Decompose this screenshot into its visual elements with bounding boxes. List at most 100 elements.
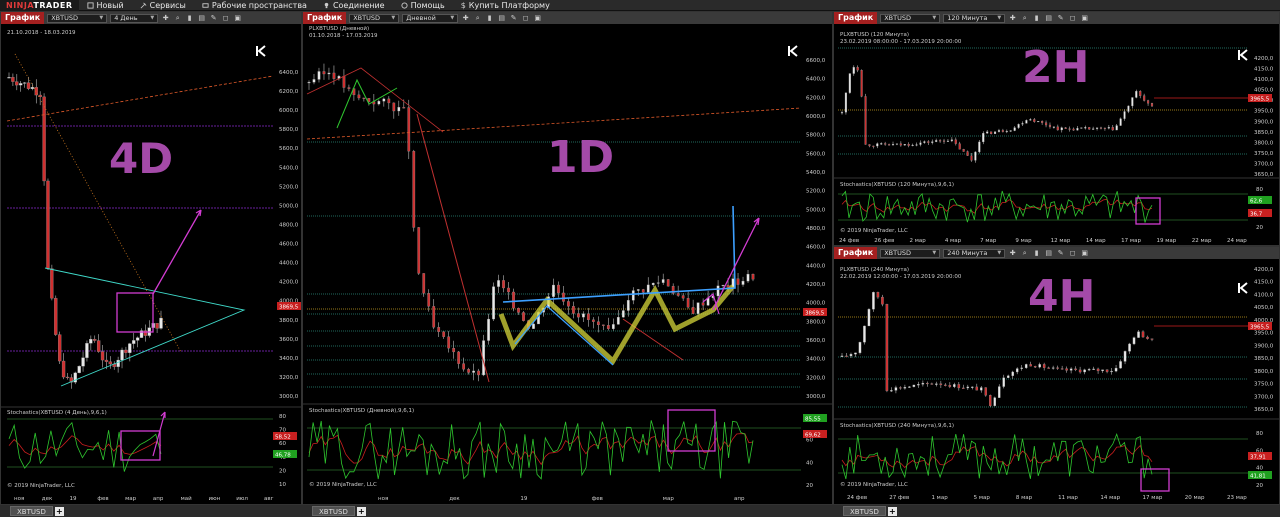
bars-icon[interactable]: ▮: [185, 14, 194, 23]
interval-selector[interactable]: 4 День ▼: [110, 13, 159, 23]
y-tick-label: 3950,0: [1254, 331, 1274, 337]
draw-icon[interactable]: ✎: [1056, 14, 1065, 23]
candle: [1083, 369, 1086, 373]
instrument-selector[interactable]: XBTUSD ▼: [349, 13, 400, 23]
menu-new[interactable]: Новый: [79, 0, 132, 11]
candle: [85, 343, 89, 358]
zoom-icon[interactable]: ⌕: [173, 14, 182, 23]
tab-xbtusd[interactable]: XBTUSD: [10, 506, 53, 516]
candle: [1147, 100, 1150, 104]
interval-selector[interactable]: 240 Минута ▼: [943, 248, 1006, 258]
zoom-icon[interactable]: ⌕: [1020, 249, 1029, 258]
zoom-icon[interactable]: ⌕: [1020, 14, 1029, 23]
candle: [572, 306, 575, 314]
add-tab-icon[interactable]: +: [356, 506, 366, 516]
bars-icon[interactable]: ▮: [1032, 14, 1041, 23]
candle: [1038, 364, 1041, 368]
x-tick-label: 2 мар: [910, 238, 927, 244]
y-tick-label: 3900,0: [1254, 343, 1274, 349]
candle: [1042, 364, 1046, 368]
copyright: © 2019 NinjaTrader, LLC: [840, 227, 908, 234]
menu-workspaces[interactable]: Рабочие пространства: [194, 0, 315, 11]
candle: [1150, 338, 1154, 340]
chart-canvas[interactable]: 21.10.2018 - 18.03.2019 6400,0 6200,0 6000,…: [1, 24, 301, 504]
candle: [1143, 95, 1146, 101]
y-tick-label: 10: [279, 482, 286, 488]
properties-icon[interactable]: ▤: [197, 14, 206, 23]
instrument-value: XBTUSD: [884, 249, 911, 257]
bars-icon[interactable]: ▮: [1032, 249, 1041, 258]
candle: [1137, 331, 1140, 338]
crosshair-icon[interactable]: ✚: [1008, 249, 1017, 258]
y-tick-label: 4600,0: [279, 242, 299, 248]
candle: [868, 144, 871, 147]
add-tab-icon[interactable]: +: [887, 506, 897, 516]
candle: [606, 325, 610, 329]
chart-toolbar: График XBTUSD ▼ 120 Минута ▼ ✚ ⌕ ▮ ▤ ✎ ◻ ▣: [834, 12, 1279, 24]
draw-icon[interactable]: ✎: [209, 14, 218, 23]
candle: [1005, 130, 1008, 133]
menu-help[interactable]: Помощь: [393, 0, 453, 11]
link-icon[interactable]: ▣: [1080, 249, 1089, 258]
crosshair-icon[interactable]: ✚: [1008, 14, 1017, 23]
bars-icon[interactable]: ▮: [485, 14, 494, 23]
instrument-selector[interactable]: XBTUSD ▼: [880, 13, 941, 23]
tab-xbtusd[interactable]: XBTUSD: [843, 506, 886, 516]
properties-icon[interactable]: ▤: [1044, 14, 1053, 23]
chart-canvas[interactable]: PLXBTUSD (Дневной)01.10.2018 - 17.03.201…: [303, 24, 832, 504]
draw-icon[interactable]: ✎: [509, 14, 518, 23]
menu-buy-platform[interactable]: $ Купить Платформу: [453, 0, 558, 11]
candle: [507, 287, 510, 293]
order-icon[interactable]: ◻: [1068, 249, 1077, 258]
add-tab-icon[interactable]: +: [54, 506, 64, 516]
y-tick-label: 4100,0: [1254, 77, 1274, 83]
candle: [457, 351, 461, 364]
chevron-down-icon: ▼: [997, 15, 1002, 21]
link-icon[interactable]: ▣: [233, 14, 242, 23]
zoom-icon[interactable]: ⌕: [473, 14, 482, 23]
menu-connection[interactable]: Соединение: [315, 0, 393, 11]
candle: [1017, 124, 1020, 128]
y-tick-label: 3900,0: [1254, 119, 1274, 125]
candle: [631, 290, 635, 301]
candle: [124, 349, 128, 353]
order-icon[interactable]: ◻: [221, 14, 230, 23]
interval-selector[interactable]: Дневной ▼: [402, 13, 459, 23]
x-tick-label: 27 фев: [889, 495, 909, 501]
menu-help-label: Помощь: [410, 0, 445, 10]
price-badge: 69,62: [805, 432, 821, 438]
y-tick-label: 3800,0: [1254, 140, 1274, 146]
link-icon[interactable]: ▣: [1080, 14, 1089, 23]
y-tick-label: 6400,0: [806, 77, 826, 83]
highlight-box: [116, 292, 154, 333]
crosshair-icon[interactable]: ✚: [461, 14, 470, 23]
candle: [587, 313, 590, 320]
candle: [472, 370, 475, 373]
y-tick-label: 4050,0: [1254, 88, 1274, 94]
properties-icon[interactable]: ▤: [497, 14, 506, 23]
instrument-selector[interactable]: XBTUSD ▼: [47, 13, 108, 23]
instrument-selector[interactable]: XBTUSD ▼: [880, 248, 941, 258]
candle: [1024, 364, 1028, 369]
order-icon[interactable]: ◻: [1068, 14, 1077, 23]
candle: [382, 98, 386, 102]
candle: [676, 293, 680, 296]
menu-services[interactable]: Сервисы: [132, 0, 194, 11]
collapse-icon: [1238, 49, 1248, 61]
link-icon[interactable]: ▣: [533, 14, 542, 23]
crosshair-icon[interactable]: ✚: [161, 14, 170, 23]
indicator-label: Stochastics(XBTUSD (4 День),9,6,1): [7, 410, 107, 416]
x-tick-label: 26 фев: [874, 238, 894, 244]
candle: [387, 98, 391, 104]
x-tick-label: ноя: [378, 496, 388, 502]
draw-icon[interactable]: ✎: [1056, 249, 1065, 258]
tab-bar: XBTUSD +: [0, 505, 302, 517]
order-icon[interactable]: ◻: [521, 14, 530, 23]
tab-xbtusd[interactable]: XBTUSD: [312, 506, 355, 516]
candle: [1056, 126, 1059, 131]
properties-icon[interactable]: ▤: [1044, 249, 1053, 258]
interval-selector[interactable]: 120 Минута ▼: [943, 13, 1006, 23]
candle: [532, 323, 535, 329]
candle: [736, 278, 740, 285]
date-range: 23.02.2019 08:00:00 - 17.03.2019 20:00:0…: [840, 39, 962, 45]
